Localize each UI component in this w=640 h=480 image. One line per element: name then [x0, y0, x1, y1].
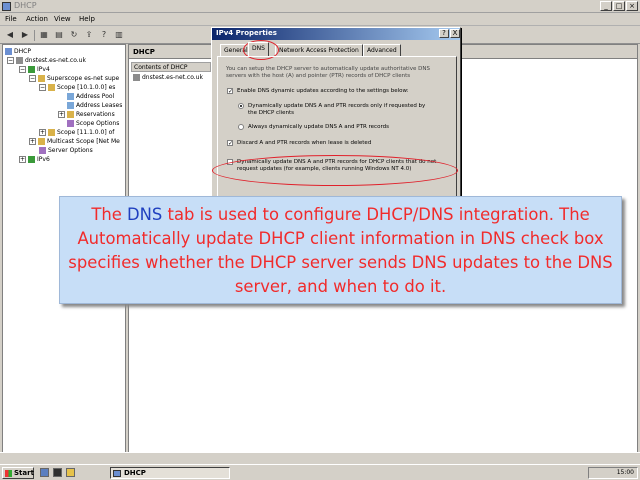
update-if-requested-radio[interactable] [238, 103, 244, 109]
address-pool-icon [67, 93, 74, 100]
status-bar [0, 452, 640, 463]
always-update-label: Always dynamically update DNS A and PTR … [248, 124, 389, 130]
show-tree-icon[interactable]: ▦ [37, 29, 51, 42]
tab-advanced[interactable]: Advanced [363, 44, 401, 56]
checkbox-highlight-ring [212, 155, 458, 186]
tree-item-multicast[interactable]: + Multicast Scope [Net Me [29, 137, 120, 146]
ipv4-icon [28, 66, 35, 73]
menu-view[interactable]: View [54, 15, 71, 23]
powershell-icon[interactable] [53, 468, 62, 477]
address-leases-icon [67, 102, 74, 109]
tree-item-dhcp[interactable]: DHCP [5, 47, 31, 56]
dialog-close-button[interactable]: X [450, 29, 460, 38]
tree-item-scope-10[interactable]: − Scope [10.1.0.0] es [39, 83, 115, 92]
collapse-icon[interactable]: − [19, 66, 26, 73]
dhcp-icon [5, 48, 12, 55]
discard-records-label: Discard A and PTR records when lease is … [237, 140, 372, 146]
menu-bar: File Action View Help [0, 13, 640, 26]
expand-icon[interactable]: + [58, 111, 65, 118]
options-icon [39, 147, 46, 154]
expand-icon[interactable]: + [19, 156, 26, 163]
collapse-icon[interactable]: − [7, 57, 14, 64]
tree-item-ipv6[interactable]: + IPv6 [19, 155, 50, 164]
window-title: DHCP [14, 1, 37, 10]
tree-item-reservations[interactable]: + Reservations [58, 110, 115, 119]
menu-help[interactable]: Help [79, 15, 95, 23]
dhcp-icon [113, 470, 121, 477]
tree-item-scope-11[interactable]: + Scope [11.1.0.0] of [39, 128, 114, 137]
explanation-caption: The DNS tab is used to configure DHCP/DN… [59, 196, 622, 304]
menu-file[interactable]: File [5, 15, 17, 23]
always-update-radio[interactable] [238, 124, 244, 130]
refresh-icon[interactable]: ↻ [67, 29, 81, 42]
title-bar: DHCP _ □ × [0, 0, 640, 13]
caption-text: The DNS tab is used to configure DHCP/DN… [68, 205, 613, 296]
system-tray: 15:00 [588, 467, 638, 479]
ipv6-icon [28, 156, 35, 163]
expand-icon[interactable]: + [29, 138, 36, 145]
collapse-icon[interactable]: − [29, 75, 36, 82]
menu-action[interactable]: Action [26, 15, 48, 23]
close-button[interactable]: × [626, 1, 638, 11]
enable-dns-updates-label: Enable DNS dynamic updates according to … [237, 88, 409, 94]
tree-item-server[interactable]: − dnstest.es-net.co.uk [7, 56, 86, 65]
taskbar-item-dhcp[interactable]: DHCP [110, 467, 230, 479]
server-icon [133, 74, 140, 81]
tree-item-ipv4[interactable]: − IPv4 [19, 65, 50, 74]
discard-records-checkbox[interactable]: ✓ [227, 140, 233, 147]
explorer-icon[interactable] [66, 468, 75, 477]
export-icon[interactable]: ⇪ [82, 29, 96, 42]
clock: 15:00 [616, 469, 634, 476]
tree-item-scope-options[interactable]: Scope Options [67, 119, 119, 128]
tree-item-address-leases[interactable]: Address Leases [67, 101, 122, 110]
caption-highlight: DNS [127, 205, 163, 224]
properties-icon[interactable]: ▤ [52, 29, 66, 42]
toolbar-separator [34, 30, 35, 41]
dns-intro-text: You can setup the DHCP server to automat… [226, 66, 430, 79]
column-header[interactable]: Contents of DHCP [131, 62, 211, 72]
start-button[interactable]: Start [2, 467, 34, 479]
options-icon [67, 120, 74, 127]
help-icon[interactable]: ? [97, 29, 111, 42]
tree-item-superscope[interactable]: − Superscope es-net supe [29, 74, 119, 83]
tab-dns[interactable]: DNS [248, 42, 269, 56]
folder-icon [48, 84, 55, 91]
taskbar: Start DHCP 15:00 [0, 464, 640, 480]
tree-item-server-options[interactable]: Server Options [39, 146, 93, 155]
view-icon[interactable]: ▥ [112, 29, 126, 42]
server-icon [16, 57, 23, 64]
server-manager-icon[interactable] [40, 468, 49, 477]
enable-dns-updates-checkbox[interactable]: ✓ [227, 88, 233, 95]
update-if-requested-label: Dynamically update DNS A and PTR records… [248, 103, 426, 116]
maximize-button[interactable]: □ [613, 1, 625, 11]
dialog-help-button[interactable]: ? [439, 29, 449, 38]
folder-icon [38, 138, 45, 145]
forward-icon[interactable]: ▶ [18, 29, 32, 42]
windows-logo-icon [5, 470, 12, 477]
minimize-button[interactable]: _ [600, 1, 612, 11]
back-icon[interactable]: ◀ [3, 29, 17, 42]
tab-network-access-protection[interactable]: Network Access Protection [275, 44, 363, 56]
expand-icon[interactable]: + [39, 129, 46, 136]
folder-icon [38, 75, 45, 82]
collapse-icon[interactable]: − [39, 84, 46, 91]
dialog-title: IPv4 Properties [212, 28, 460, 40]
tree-item-address-pool[interactable]: Address Pool [67, 92, 114, 101]
dhcp-app-icon [2, 2, 11, 11]
list-item[interactable]: dnstest.es-net.co.uk [133, 74, 203, 81]
folder-icon [67, 111, 74, 118]
folder-icon [48, 129, 55, 136]
